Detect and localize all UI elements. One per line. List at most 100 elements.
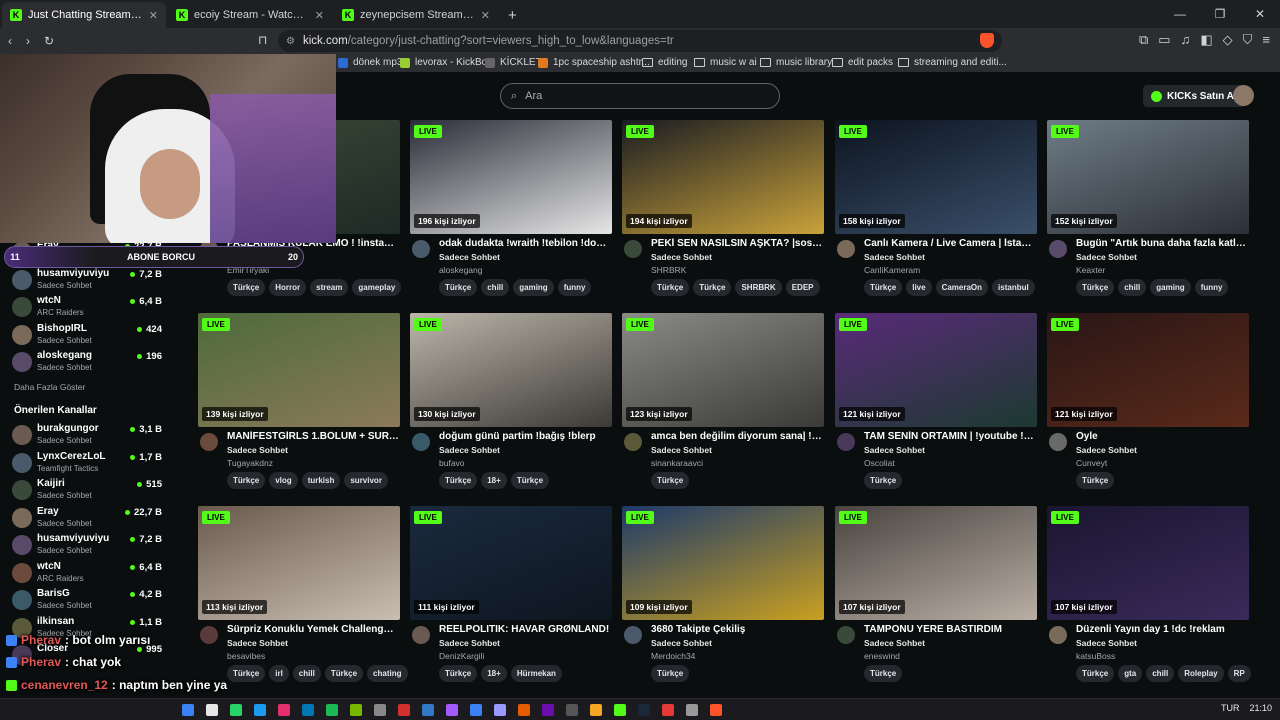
stream-card[interactable]: LIVE 107 kişi izliyor TAMPONU YERE BASTIRD… [835,506,1037,696]
streamer-name[interactable]: katsuBoss [1076,651,1115,661]
stream-thumbnail[interactable]: LIVE 194 kişi izliyor [622,120,824,234]
stream-category[interactable]: Sadece Sohbet [651,445,712,455]
stream-card[interactable]: LIVE 130 kişi izliyor doğum günü partim !b… [410,313,612,503]
bookmark-folder[interactable]: edit packs [832,57,893,68]
streamer-name[interactable]: Keaxter [1076,265,1105,275]
restore-icon[interactable]: ❐ [1200,0,1240,28]
stream-thumbnail[interactable]: LIVE 111 kişi izliyor [410,506,612,620]
brave-shield-icon[interactable] [980,33,994,48]
streamer-name[interactable]: Tugayakdnz [227,458,273,468]
stream-tag[interactable]: 18+ [481,472,507,489]
tab-search-icon[interactable]: ▭ [1158,32,1170,48]
stream-title[interactable]: TAM SENİN ORTAMIN | !youtube !ins... [864,431,1036,442]
stream-tag[interactable]: Türkçe [227,279,266,296]
stream-category[interactable]: Sadece Sohbet [227,638,288,648]
stream-thumbnail[interactable]: LIVE 109 kişi izliyor [622,506,824,620]
stream-thumbnail[interactable]: LIVE 152 kişi izliyor [1047,120,1249,234]
stream-tag[interactable]: Türkçe [693,279,732,296]
stream-tag[interactable]: funny [557,279,592,296]
sidebar-icon[interactable]: ◧ [1200,32,1212,48]
tab-close-icon[interactable]: ✕ [481,9,490,22]
sidebar-channel[interactable]: burakgungor Sadece Sohbet 3,1 B [12,422,170,448]
stream-tag[interactable]: Hürmekan [510,665,562,682]
streamer-name[interactable]: Oscoliat [864,458,895,468]
taskbar-app-icon[interactable] [350,704,362,716]
stream-tag[interactable]: Türkçe [439,279,478,296]
stream-category[interactable]: Sadece Sohbet [1076,638,1137,648]
streamer-name[interactable]: SHRBRK [651,265,686,275]
stream-title[interactable]: MANİFESTGİRLS 1.BÖLÜM + SURVİV... [227,431,399,442]
stream-category[interactable]: Sadece Sohbet [651,252,712,262]
sidebar-channel[interactable]: LynxCerezLoL Teamfight Tactics 1,7 B [12,450,170,476]
kicks-buy-button[interactable]: KICKs Satın Al [1143,85,1245,107]
streamer-avatar[interactable] [200,626,218,644]
stream-category[interactable]: Sadece Sohbet [651,638,712,648]
stream-tag[interactable]: funny [1194,279,1229,296]
taskbar-app-icon[interactable] [206,704,218,716]
stream-card[interactable]: LIVE 107 kişi izliyor Düzenli Yayın day 1 … [1047,506,1251,696]
streamer-name[interactable]: DenizKargili [439,651,484,661]
taskbar-app-icon[interactable] [710,704,722,716]
bookmark-item[interactable]: levorax - KickBot [400,57,490,68]
stream-tag[interactable]: Türkçe [864,279,903,296]
stream-title[interactable]: REELPOLITIK: HAVAR GRØNLAND! [439,624,611,635]
stream-title[interactable]: odak dudakta !wraith !tebilon !donat... [439,238,611,249]
bookmark-folder[interactable]: editing [642,57,687,68]
stream-title[interactable]: Canlı Kamera / Live Camera | İstanbu... [864,238,1036,249]
stream-thumbnail[interactable]: LIVE 107 kişi izliyor [1047,506,1249,620]
language-indicator[interactable]: TUR [1221,703,1240,713]
taskbar-app-icon[interactable] [470,704,482,716]
streamer-name[interactable]: Cunveyt [1076,458,1107,468]
stream-title[interactable]: PEKİ SEN NASILSIN AŞKTA? |sosyal... [651,238,823,249]
stream-tag[interactable]: Türkçe [651,665,690,682]
stream-title[interactable]: 3680 Takipte Çekiliş [651,624,823,635]
streamer-avatar[interactable] [412,433,430,451]
stream-thumbnail[interactable]: LIVE 130 kişi izliyor [410,313,612,427]
taskbar-app-icon[interactable] [446,704,458,716]
streamer-avatar[interactable] [624,240,642,258]
bookmark-item[interactable]: KİCKLET [485,57,542,68]
stream-tag[interactable]: stream [310,279,349,296]
sidebar-channel[interactable]: wtcN ARC Raiders 6,4 B [12,294,170,320]
stream-thumbnail[interactable]: LIVE 121 kişi izliyor [835,313,1037,427]
stream-tag[interactable]: Roleplay [1178,665,1224,682]
streamer-avatar[interactable] [837,240,855,258]
stream-tag[interactable]: Türkçe [651,472,690,489]
taskbar-app-icon[interactable] [590,704,602,716]
stream-category[interactable]: Sadece Sohbet [864,445,925,455]
stream-card[interactable]: LIVE 158 kişi izliyor Canlı Kamera / Live … [835,120,1037,310]
stream-tag[interactable]: gameplay [352,279,402,296]
extensions-icon[interactable]: ⧉ [1139,32,1148,48]
streamer-avatar[interactable] [1049,240,1067,258]
stream-tag[interactable]: istanbul [992,279,1035,296]
bookmark-icon[interactable]: ⊓ [258,33,267,47]
stream-tag[interactable]: survivor [344,472,388,489]
stream-tag[interactable]: vlog [269,472,298,489]
stream-tag[interactable]: Türkçe [1076,472,1115,489]
stream-tag[interactable]: Türkçe [864,472,903,489]
stream-tag[interactable]: EDEP [785,279,820,296]
stream-tag[interactable]: Türkçe [1076,279,1115,296]
stream-tag[interactable]: Türkçe [439,665,478,682]
stream-tag[interactable]: irl [269,665,289,682]
taskbar-app-icon[interactable] [326,704,338,716]
stream-category[interactable]: Sadece Sohbet [864,252,925,262]
taskbar-app-icon[interactable] [638,704,650,716]
user-avatar[interactable] [1233,85,1254,106]
stream-title[interactable]: TAMPONU YERE BASTIRDIM [864,624,1036,635]
stream-title[interactable]: Öyle [1076,431,1248,442]
stream-tag[interactable]: gaming [513,279,554,296]
browser-tab[interactable]: Kzeynepcisem Stream - Watch Live on ✕ [334,2,498,28]
streamer-avatar[interactable] [837,433,855,451]
bookmark-item[interactable]: dönek mp3 [338,57,402,68]
stream-title[interactable]: doğum günü partim !bağış !blerp [439,431,611,442]
streamer-avatar[interactable] [1049,433,1067,451]
stream-tag[interactable]: gta [1118,665,1143,682]
stream-tag[interactable]: gaming [1150,279,1191,296]
stream-tag[interactable]: Türkçe [227,472,266,489]
sidebar-channel[interactable]: Eray Sadece Sohbet 22,7 B [12,505,170,531]
menu-icon[interactable]: ≡ [1262,32,1270,48]
new-tab-button[interactable]: + [498,2,527,28]
stream-title[interactable]: Sürpriz Konuklu Yemek Challenge @... [227,624,399,635]
stream-thumbnail[interactable]: LIVE 158 kişi izliyor [835,120,1037,234]
